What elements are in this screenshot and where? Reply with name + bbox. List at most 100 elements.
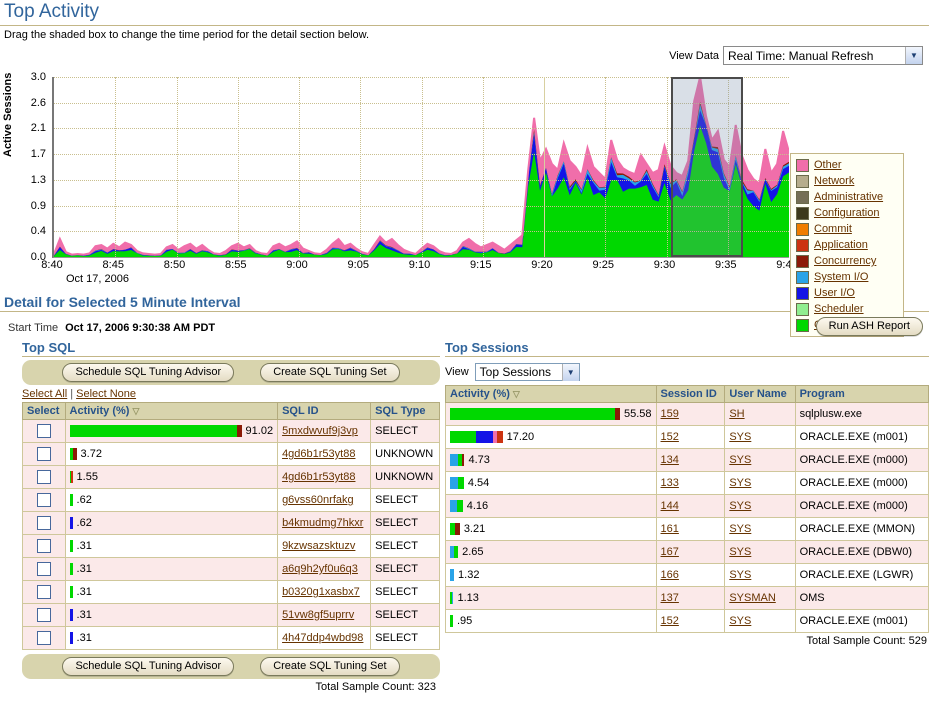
top-sessions-view-select[interactable]: Top Sessions ▼ bbox=[475, 363, 580, 381]
legend-item[interactable]: System I/O bbox=[796, 269, 899, 285]
col-header-sql-id[interactable]: SQL ID bbox=[278, 403, 371, 420]
schedule-sql-tuning-advisor-button-bottom[interactable]: Schedule SQL Tuning Advisor bbox=[62, 657, 234, 676]
legend-label[interactable]: System I/O bbox=[814, 271, 868, 283]
legend-label[interactable]: Application bbox=[814, 239, 868, 251]
user-name-link[interactable]: SYS bbox=[729, 546, 751, 558]
chart-vgrid-line bbox=[422, 77, 423, 257]
user-name-link[interactable]: SYS bbox=[729, 431, 751, 443]
run-ash-report-button[interactable]: Run ASH Report bbox=[816, 317, 923, 336]
table-row: 2.65167SYSORACLE.EXE (DBW0) bbox=[446, 541, 929, 564]
legend-item[interactable]: Network bbox=[796, 173, 899, 189]
row-select-cell[interactable] bbox=[23, 535, 66, 558]
chart-plot-area[interactable] bbox=[52, 77, 789, 258]
legend-item[interactable]: Concurrency bbox=[796, 253, 899, 269]
user-name-link[interactable]: SYS bbox=[729, 569, 751, 581]
session-id-link[interactable]: 134 bbox=[661, 454, 679, 466]
row-checkbox[interactable] bbox=[37, 631, 51, 645]
legend-item[interactable]: Administrative bbox=[796, 189, 899, 205]
col-header-activity-label[interactable]: Activity (%) bbox=[70, 405, 130, 417]
session-id-link[interactable]: 167 bbox=[661, 546, 679, 558]
schedule-sql-tuning-advisor-button[interactable]: Schedule SQL Tuning Advisor bbox=[62, 363, 234, 382]
legend-label[interactable]: User I/O bbox=[814, 287, 855, 299]
session-id-link[interactable]: 159 bbox=[661, 408, 679, 420]
sort-descending-icon[interactable]: ▽ bbox=[510, 389, 520, 399]
row-select-cell[interactable] bbox=[23, 581, 66, 604]
sql-id-link[interactable]: 4h47ddp4wbd98 bbox=[282, 632, 363, 644]
user-name-link[interactable]: SYS bbox=[729, 500, 751, 512]
row-checkbox[interactable] bbox=[37, 516, 51, 530]
activity-value: .62 bbox=[73, 517, 92, 529]
view-data-select[interactable]: Real Time: Manual Refresh ▼ bbox=[723, 46, 923, 65]
sql-id-link[interactable]: b4kmudmg7hkxr bbox=[282, 517, 363, 529]
user-name-link[interactable]: SYSMAN bbox=[729, 592, 775, 604]
sql-id-link[interactable]: b0320g1xasbx7 bbox=[282, 586, 360, 598]
sort-descending-icon[interactable]: ▽ bbox=[129, 406, 139, 416]
col-header-session-id[interactable]: Session ID bbox=[656, 386, 725, 403]
sql-id-link[interactable]: g6vss60nrfakg bbox=[282, 494, 354, 506]
activity-chart[interactable]: Active Sessions 3.02.62.11.71.30.90.40.0… bbox=[0, 69, 929, 294]
legend-item[interactable]: Application bbox=[796, 237, 899, 253]
chart-y-tick: 1.7 bbox=[16, 149, 46, 159]
activity-value: .95 bbox=[453, 615, 472, 627]
select-none-link[interactable]: Select None bbox=[76, 388, 136, 400]
sql-id-link[interactable]: 4gd6b1r53yt88 bbox=[282, 448, 355, 460]
legend-label[interactable]: Commit bbox=[814, 223, 852, 235]
legend-label[interactable]: Network bbox=[814, 175, 854, 187]
sql-id-link[interactable]: 5mxdwvuf9j3vp bbox=[282, 425, 358, 437]
legend-label[interactable]: Other bbox=[814, 159, 842, 171]
session-id-link[interactable]: 161 bbox=[661, 523, 679, 535]
row-select-cell[interactable] bbox=[23, 558, 66, 581]
row-checkbox[interactable] bbox=[37, 447, 51, 461]
session-id-link[interactable]: 144 bbox=[661, 500, 679, 512]
sql-id-link[interactable]: 51vw8gf5uprrv bbox=[282, 609, 354, 621]
user-name-link[interactable]: SYS bbox=[729, 454, 751, 466]
legend-item[interactable]: Other bbox=[796, 157, 899, 173]
activity-value: .31 bbox=[73, 632, 92, 644]
select-all-link[interactable]: Select All bbox=[22, 388, 67, 400]
row-checkbox[interactable] bbox=[37, 539, 51, 553]
legend-item[interactable]: User I/O bbox=[796, 285, 899, 301]
row-select-cell[interactable] bbox=[23, 466, 66, 489]
row-checkbox[interactable] bbox=[37, 493, 51, 507]
legend-item[interactable]: Configuration bbox=[796, 205, 899, 221]
user-name-link[interactable]: SH bbox=[729, 408, 744, 420]
col-header-program[interactable]: Program bbox=[795, 386, 928, 403]
legend-item[interactable]: Commit bbox=[796, 221, 899, 237]
col-header-session-activity-label[interactable]: Activity (%) bbox=[450, 388, 510, 400]
activity-bar bbox=[450, 546, 458, 558]
user-name-link[interactable]: SYS bbox=[729, 615, 751, 627]
row-select-cell[interactable] bbox=[23, 443, 66, 466]
row-select-cell[interactable] bbox=[23, 512, 66, 535]
row-checkbox[interactable] bbox=[37, 608, 51, 622]
row-checkbox[interactable] bbox=[37, 470, 51, 484]
col-header-select[interactable]: Select bbox=[23, 403, 66, 420]
create-sql-tuning-set-button[interactable]: Create SQL Tuning Set bbox=[260, 363, 399, 382]
row-select-cell[interactable] bbox=[23, 420, 66, 443]
col-header-sql-type[interactable]: SQL Type bbox=[371, 403, 440, 420]
session-id-link[interactable]: 133 bbox=[661, 477, 679, 489]
session-id-link[interactable]: 152 bbox=[661, 431, 679, 443]
session-id-link[interactable]: 137 bbox=[661, 592, 679, 604]
row-checkbox[interactable] bbox=[37, 424, 51, 438]
legend-label[interactable]: Administrative bbox=[814, 191, 883, 203]
col-header-user-name[interactable]: User Name bbox=[725, 386, 795, 403]
legend-label[interactable]: Scheduler bbox=[814, 303, 864, 315]
legend-label[interactable]: Configuration bbox=[814, 207, 879, 219]
user-name-link[interactable]: SYS bbox=[729, 523, 751, 535]
row-checkbox[interactable] bbox=[37, 562, 51, 576]
sql-id-cell: 51vw8gf5uprrv bbox=[278, 604, 371, 627]
row-select-cell[interactable] bbox=[23, 604, 66, 627]
user-name-link[interactable]: SYS bbox=[729, 477, 751, 489]
chart-selection-box[interactable] bbox=[671, 77, 743, 257]
sql-id-link[interactable]: a6q9h2yf0u6q3 bbox=[282, 563, 358, 575]
create-sql-tuning-set-button-bottom[interactable]: Create SQL Tuning Set bbox=[260, 657, 399, 676]
row-select-cell[interactable] bbox=[23, 627, 66, 650]
session-id-link[interactable]: 152 bbox=[661, 615, 679, 627]
sql-id-link[interactable]: 9kzwsazsktuzv bbox=[282, 540, 355, 552]
session-id-link[interactable]: 166 bbox=[661, 569, 679, 581]
row-select-cell[interactable] bbox=[23, 489, 66, 512]
sql-id-link[interactable]: 4gd6b1r53yt88 bbox=[282, 471, 355, 483]
row-checkbox[interactable] bbox=[37, 585, 51, 599]
legend-label[interactable]: Concurrency bbox=[814, 255, 876, 267]
legend-item[interactable]: Scheduler bbox=[796, 301, 899, 317]
